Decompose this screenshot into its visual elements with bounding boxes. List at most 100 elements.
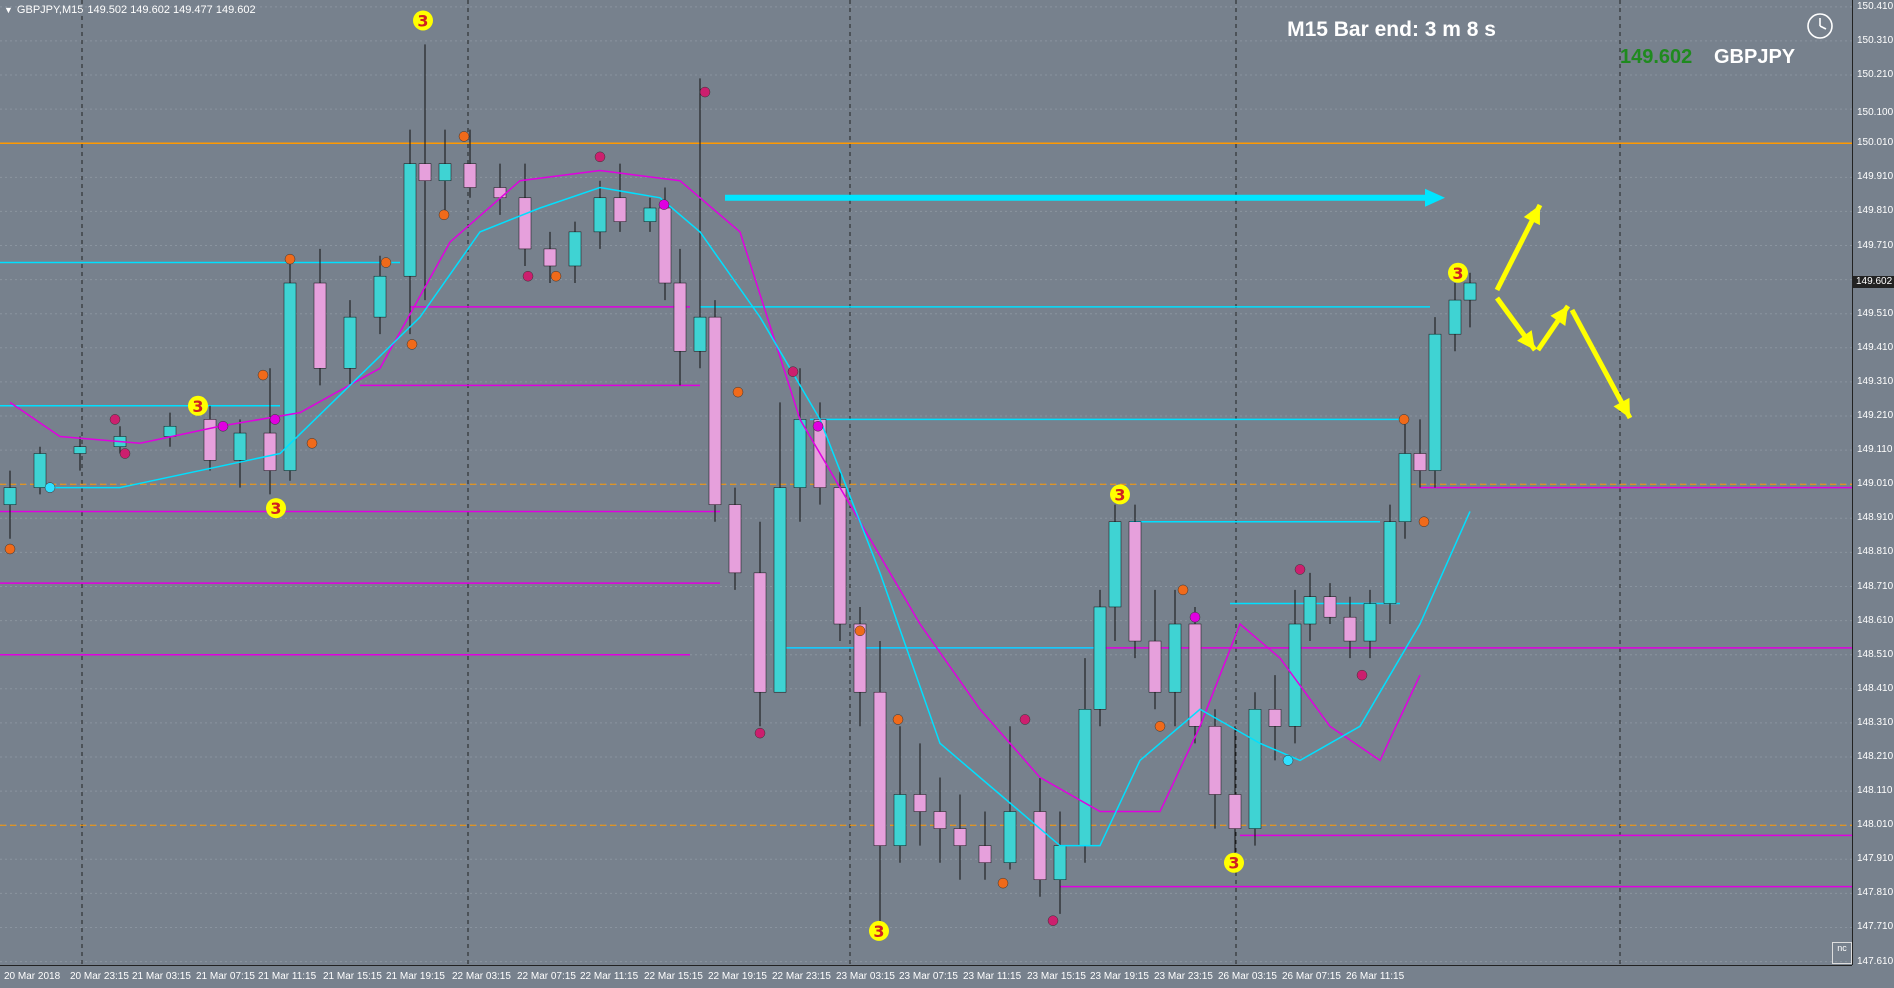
swing-marker-label: 3 bbox=[192, 397, 203, 416]
price-axis-label: 147.910 bbox=[1857, 853, 1894, 865]
price-axis[interactable]: 150.410 150.310 150.210 150.100 150.010 149.9… bbox=[1852, 0, 1894, 967]
swing-marker-label: 3 bbox=[417, 11, 428, 30]
price-axis-label: 150.010 bbox=[1857, 137, 1894, 149]
bull-candle bbox=[693, 316, 707, 352]
bear-candle bbox=[313, 282, 327, 369]
pivot-dot bbox=[754, 727, 766, 739]
bear-candle bbox=[658, 207, 672, 284]
bear-candle bbox=[1208, 726, 1222, 795]
symbol-readout: GBPJPY bbox=[1714, 46, 1796, 68]
time-axis-label: 23 Mar 19:15 bbox=[1090, 971, 1149, 982]
bear-candle bbox=[1128, 521, 1142, 642]
time-axis-label: 22 Mar 03:15 bbox=[452, 971, 511, 982]
time-axis-label: 26 Mar 11:15 bbox=[1346, 971, 1405, 982]
pivot-dot bbox=[257, 369, 269, 381]
pivot-dot bbox=[380, 257, 392, 268]
bar-end-timer: M15 Bar end: 3 m 8 s bbox=[1287, 18, 1496, 41]
bull-candle bbox=[643, 207, 657, 222]
symbol-timeframe: GBPJPY,M15 bbox=[16, 4, 84, 16]
bear-candle bbox=[873, 691, 887, 846]
pivot-dot bbox=[1398, 414, 1410, 425]
price-axis-label: 149.410 bbox=[1857, 341, 1894, 353]
bull-candle bbox=[1383, 521, 1397, 604]
price-axis-label: 150.310 bbox=[1857, 34, 1894, 46]
pivot-dot bbox=[1177, 584, 1189, 596]
bear-candle bbox=[933, 811, 947, 829]
bull-candle bbox=[3, 487, 17, 505]
price-axis-label: 147.810 bbox=[1857, 887, 1894, 899]
pivot-dot bbox=[458, 131, 470, 142]
bull-candle bbox=[1053, 845, 1067, 881]
time-axis-label: 26 Mar 03:15 bbox=[1218, 971, 1277, 982]
price-axis-label: 149.910 bbox=[1857, 171, 1894, 183]
price-axis-label: 149.810 bbox=[1857, 205, 1894, 217]
bear-candle bbox=[1148, 640, 1162, 693]
bull-candle bbox=[1448, 299, 1462, 335]
pivot-dot bbox=[119, 448, 131, 459]
time-axis-label: 26 Mar 07:15 bbox=[1282, 971, 1341, 982]
bull-candle bbox=[438, 163, 452, 181]
bull-candle bbox=[1398, 453, 1412, 522]
time-axis-label: 23 Mar 11:15 bbox=[963, 971, 1022, 982]
bull-candle bbox=[1168, 623, 1182, 693]
pivot-dot bbox=[406, 339, 418, 350]
bear-candle bbox=[1033, 811, 1047, 881]
pivot-dot bbox=[1356, 669, 1368, 681]
bull-candle bbox=[1003, 811, 1017, 863]
bull-candle bbox=[1428, 333, 1442, 471]
pivot-dot bbox=[1294, 564, 1306, 575]
pivot-dot bbox=[522, 270, 534, 282]
pivot-dot bbox=[1189, 611, 1201, 623]
bull-candle bbox=[1078, 709, 1092, 846]
bull-candle bbox=[893, 794, 907, 846]
bull-candle bbox=[793, 419, 807, 488]
time-axis-label: 22 Mar 11:15 bbox=[580, 971, 639, 982]
price-axis-label: 150.210 bbox=[1857, 69, 1894, 81]
bull-candle bbox=[1093, 606, 1107, 710]
pivot-dot bbox=[1418, 516, 1430, 527]
price-axis-label: 148.010 bbox=[1857, 819, 1894, 831]
bear-candle bbox=[953, 828, 967, 846]
pivot-dot bbox=[217, 420, 229, 432]
swing-marker-label: 3 bbox=[873, 922, 884, 941]
current-price-tag: 149.602 bbox=[1853, 276, 1894, 289]
ohlc-values: 149.502 149.602 149.477 149.602 bbox=[87, 4, 256, 16]
time-axis-label: 21 Mar 11:15 bbox=[258, 971, 317, 982]
target-arrow-head bbox=[1425, 188, 1445, 207]
price-axis-label: 149.210 bbox=[1857, 410, 1894, 421]
time-axis-label: 23 Mar 15:15 bbox=[1027, 971, 1086, 982]
time-axis-label: 22 Mar 19:15 bbox=[708, 971, 767, 982]
time-axis-label: 23 Mar 23:15 bbox=[1154, 971, 1213, 982]
price-axis-label: 147.610 bbox=[1857, 955, 1894, 967]
time-axis-label: 21 Mar 07:15 bbox=[196, 971, 255, 982]
time-axis-label: 22 Mar 23:15 bbox=[772, 971, 831, 982]
bear-candle bbox=[708, 316, 722, 505]
pivot-dot bbox=[1282, 755, 1294, 766]
price-axis-label: 148.110 bbox=[1857, 785, 1893, 797]
price-axis-label: 148.810 bbox=[1857, 546, 1894, 558]
bear-candle bbox=[1413, 453, 1427, 471]
pivot-dot bbox=[44, 482, 56, 493]
pivot-dot bbox=[1047, 915, 1059, 926]
price-axis-label: 150.100 bbox=[1857, 106, 1894, 118]
bear-candle bbox=[728, 504, 742, 574]
price-axis-label: 148.710 bbox=[1857, 580, 1894, 592]
price-axis-label: 149.510 bbox=[1857, 307, 1894, 319]
bear-candle bbox=[613, 197, 627, 222]
price-axis-label: 148.210 bbox=[1857, 750, 1894, 762]
bull-candle bbox=[73, 446, 87, 454]
time-axis-label: 23 Mar 03:15 bbox=[836, 971, 895, 982]
chart-info-bar: ▼ GBPJPY,M15 149.502 149.602 149.477 149… bbox=[4, 2, 256, 18]
pivot-dot bbox=[854, 625, 866, 637]
bull-candle bbox=[773, 487, 787, 693]
pivot-dot bbox=[892, 714, 904, 725]
chart-window[interactable]: 3 3 3 3 3 3 3 ▼ GBPJPY,M15 149.502 149.602 149… bbox=[0, 0, 1894, 988]
time-axis[interactable]: 20 Mar 2018 20 Mar 23:15 21 Mar 03:15 21 Ma… bbox=[0, 965, 1852, 988]
time-axis-label: 20 Mar 2018 bbox=[4, 971, 61, 982]
triangle-down-icon[interactable]: ▼ bbox=[4, 5, 13, 15]
bear-candle bbox=[518, 197, 532, 250]
price-axis-label: 150.410 bbox=[1857, 0, 1894, 12]
price-chart-canvas[interactable]: 3 3 3 3 3 3 3 bbox=[0, 0, 1852, 965]
bear-candle bbox=[978, 845, 992, 863]
bear-candle bbox=[493, 187, 507, 199]
